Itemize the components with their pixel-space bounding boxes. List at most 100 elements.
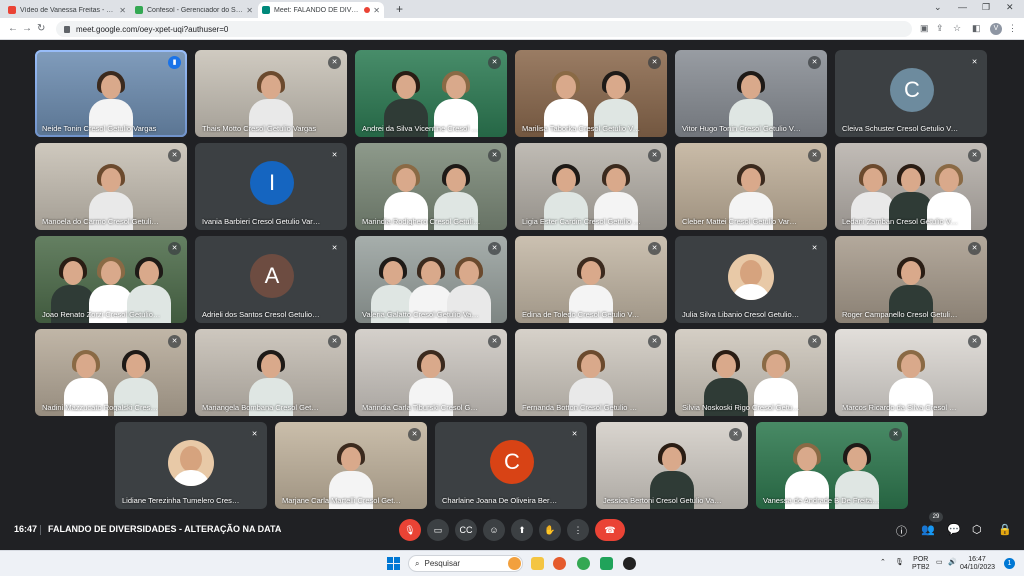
- microphone-tray-icon[interactable]: 🎙: [895, 559, 904, 567]
- participant-name: Fernanda Botton Cresol Getulio Vargas: [522, 403, 641, 412]
- head-shape: [766, 354, 787, 378]
- body-shape: [172, 470, 210, 486]
- people-icon[interactable]: 👥: [921, 523, 935, 536]
- mic-muted-icon: ✕: [968, 149, 981, 162]
- browser-tab[interactable]: Confesol - Gerenciador do Siste ✕: [131, 2, 257, 18]
- raise-hand-button[interactable]: ✋: [539, 519, 561, 541]
- head-shape: [741, 168, 761, 192]
- participant-tile[interactable]: ✕ Cleber Mattei Cresol Getulio Vargas: [675, 143, 827, 230]
- taskbar-search[interactable]: ⌕ Pesquisar: [408, 555, 523, 572]
- activities-icon[interactable]: ⬡: [972, 523, 982, 536]
- host-controls-icon[interactable]: 🔒: [998, 523, 1012, 536]
- microphone-off-button[interactable]: 🎙: [399, 519, 421, 541]
- participant-name: Silvia Noskoski Rigo Cresol Getulio V...: [682, 403, 801, 412]
- mic-muted-icon: ✕: [568, 428, 581, 441]
- camera-indicator-icon[interactable]: ▣: [920, 23, 929, 34]
- captions-button[interactable]: CC: [455, 519, 477, 541]
- browser-tab-strip: Vídeo de Vanessa Freitas - vanes ✕ Confes…: [0, 0, 1024, 18]
- participant-tile[interactable]: ✕ Marindia Rodighero Cresol Getulio Var..…: [355, 143, 507, 230]
- participant-tile[interactable]: ✕ Vanessa de Andrade B De Freitas Cres...: [756, 422, 908, 509]
- participant-name: Cleber Mattei Cresol Getulio Vargas: [682, 217, 801, 226]
- tab-title: Confesol - Gerenciador do Siste: [147, 6, 244, 14]
- file-explorer-icon[interactable]: [531, 557, 544, 570]
- mic-muted-icon: ✕: [968, 56, 981, 69]
- back-icon[interactable]: ←: [8, 23, 18, 34]
- chat-icon[interactable]: 💬: [947, 523, 961, 536]
- lock-icon: [64, 25, 70, 33]
- keyboard-language[interactable]: POR PTB2: [912, 556, 930, 572]
- participant-tile[interactable]: ✕ Valeria Galatto Cresol Getulio Vargas: [355, 236, 507, 323]
- participant-tile[interactable]: A ✕ Adrieli dos Santos Cresol Getulio Var.…: [195, 236, 347, 323]
- participant-tile[interactable]: ✕ Marindia Carla Tiburski Cresol Getuli..…: [355, 329, 507, 416]
- participant-tile[interactable]: ✕ Edina de Toledo Cresol Getulio Vargas: [515, 236, 667, 323]
- participant-tile[interactable]: ✕ Marcos Ricardo da Silva Cresol Getul...: [835, 329, 987, 416]
- leave-call-button[interactable]: ☎: [595, 519, 625, 541]
- bookmark-star-icon[interactable]: ☆: [953, 23, 961, 34]
- notification-badge[interactable]: 1: [1004, 558, 1015, 569]
- participant-tile[interactable]: ✕ Andrei da Silva Vicentine Cresol Getuli…: [355, 50, 507, 137]
- reload-icon[interactable]: ↻: [37, 23, 45, 34]
- participant-tile[interactable]: ✕ Marjane Carla Martelli Cresol Getuli...: [275, 422, 427, 509]
- head-shape: [341, 447, 361, 471]
- chrome-icon[interactable]: [577, 557, 590, 570]
- forward-icon[interactable]: →: [22, 23, 32, 34]
- camera-button[interactable]: ▭: [427, 519, 449, 541]
- head-shape: [180, 446, 202, 472]
- mic-muted-icon: ✕: [808, 242, 821, 255]
- minimize-button[interactable]: —: [958, 2, 967, 12]
- participant-tile[interactable]: ✕ Vitor Hugo Tonin Cresol Getulio Vargas: [675, 50, 827, 137]
- firefox-icon[interactable]: [553, 557, 566, 570]
- present-screen-button[interactable]: ⬆: [511, 519, 533, 541]
- clock-time: 16:47: [968, 556, 986, 563]
- participant-tile[interactable]: ✕ Mariangela Bombana Cresol Getulio ...: [195, 329, 347, 416]
- participant-name: Neide Tonin Cresol Getulio Vargas: [42, 124, 157, 133]
- participant-tile[interactable]: I ✕ Ivania Barbieri Cresol Getulio Vargas: [195, 143, 347, 230]
- maximize-button[interactable]: ❐: [982, 2, 990, 13]
- participant-tile[interactable]: ✕ Julia Silva Libanio Cresol Getulio Var.…: [675, 236, 827, 323]
- close-tab-icon[interactable]: ✕: [373, 6, 380, 15]
- head-shape: [901, 168, 921, 192]
- participant-tile[interactable]: ✕ Silvia Noskoski Rigo Cresol Getulio V..…: [675, 329, 827, 416]
- participant-tile[interactable]: ✕ Nadini Mazzucato Rogalski Cresol G...: [35, 329, 187, 416]
- head-shape: [901, 261, 921, 285]
- profile-avatar[interactable]: V: [990, 23, 1002, 35]
- close-tab-icon[interactable]: ✕: [246, 6, 253, 15]
- green-app-icon[interactable]: [600, 557, 613, 570]
- mic-muted-icon: ✕: [889, 428, 902, 441]
- new-tab-button[interactable]: +: [396, 2, 403, 16]
- emoji-reaction-button[interactable]: ☺: [483, 519, 505, 541]
- side-panel-icon[interactable]: ◧: [972, 23, 981, 34]
- participant-tile[interactable]: ✕ Roger Campanello Cresol Getulio Var...: [835, 236, 987, 323]
- share-icon[interactable]: ⇪: [936, 23, 944, 34]
- participant-tile[interactable]: ✕ Thais Motto Cresol Getulio Vargas: [195, 50, 347, 137]
- participant-tile[interactable]: C ✕ Charlaine Joana De Oliveira Bernieri .…: [435, 422, 587, 509]
- participant-tile[interactable]: ✕ Jessica Bertoni Cresol Getulio Varga...: [596, 422, 748, 509]
- volume-icon[interactable]: 🔊: [948, 559, 957, 567]
- browser-tab[interactable]: Vídeo de Vanessa Freitas - vanes ✕: [4, 2, 130, 18]
- more-options-button[interactable]: ⋮: [567, 519, 589, 541]
- url-text: meet.google.com/oey-xpet-uqi?authuser=0: [76, 24, 229, 34]
- participant-tile[interactable]: ✕ Fernanda Botton Cresol Getulio Vargas: [515, 329, 667, 416]
- participant-tile[interactable]: C ✕ Cleiva Schuster Cresol Getulio Varga..…: [835, 50, 987, 137]
- participant-tile[interactable]: ✕ Lidiane Terezinha Tumelero Cresol G...: [115, 422, 267, 509]
- menu-kebab-icon[interactable]: ⋮: [1008, 23, 1017, 34]
- weather-widget-icon[interactable]: [508, 557, 521, 570]
- participant-tile[interactable]: ✕ Ligia Ester Cardin Cresol Getulio Var..…: [515, 143, 667, 230]
- network-icon[interactable]: ▭: [936, 559, 943, 567]
- url-bar[interactable]: meet.google.com/oey-xpet-uqi?authuser=0: [56, 21, 912, 37]
- participant-tile[interactable]: ▮ Neide Tonin Cresol Getulio Vargas: [35, 50, 187, 137]
- windows-start-icon[interactable]: [387, 557, 400, 570]
- tab-search-icon[interactable]: ⌄: [934, 2, 942, 13]
- close-window-button[interactable]: ✕: [1006, 2, 1014, 13]
- browser-tab-active[interactable]: Meet: FALANDO DE DIVERS ✕: [258, 2, 384, 18]
- participant-tile[interactable]: ✕ Marilisa Taborka Cresol Getulio Vargas: [515, 50, 667, 137]
- taskbar-clock[interactable]: 16:47 04/10/2023: [960, 556, 995, 572]
- close-tab-icon[interactable]: ✕: [119, 6, 126, 15]
- meeting-info-icon[interactable]: ⓘ: [896, 523, 907, 539]
- tray-chevron-icon[interactable]: ⌃: [880, 559, 886, 567]
- media-player-icon[interactable]: [623, 557, 636, 570]
- participant-tile[interactable]: ✕ Joao Renato Zorzi Cresol Getulio Var...: [35, 236, 187, 323]
- participant-name: Marilisa Taborka Cresol Getulio Vargas: [522, 124, 641, 133]
- participant-tile[interactable]: ✕ Ledani Zamban Cresol Getulio Vargas: [835, 143, 987, 230]
- participant-tile[interactable]: ✕ Manoela do Carmo Cresol Getulio Var...: [35, 143, 187, 230]
